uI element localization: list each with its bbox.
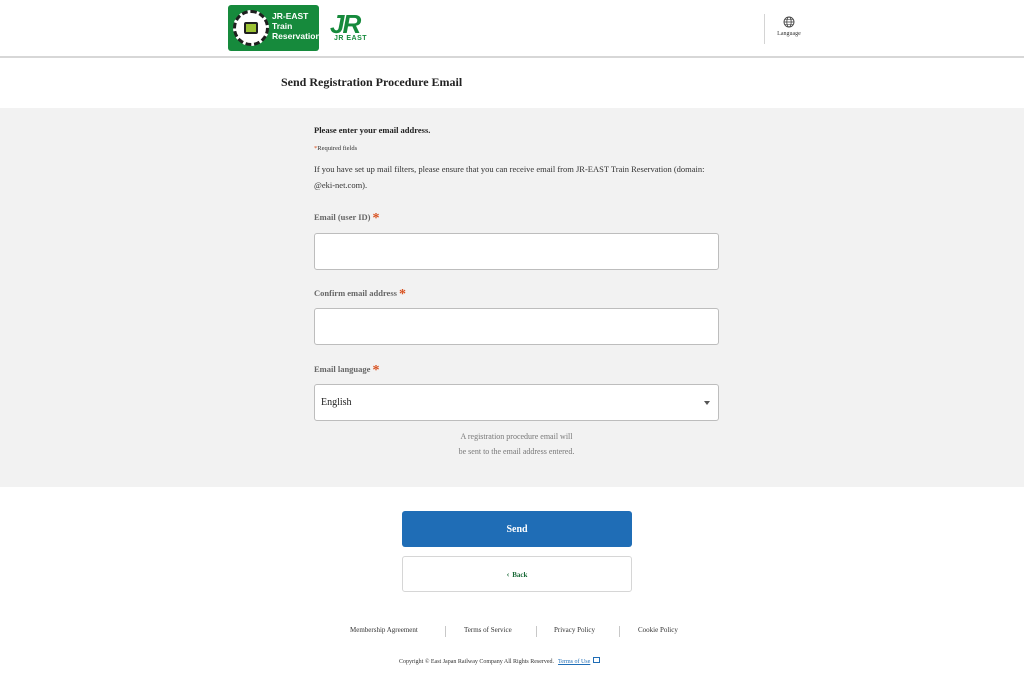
jr-east-logo[interactable]: JR JR EAST	[330, 9, 372, 46]
footer-link-membership-agreement[interactable]: Membership Agreement	[350, 626, 418, 634]
header-divider	[764, 14, 765, 44]
email-label-text: Email (user ID)	[314, 212, 371, 222]
language-button[interactable]: Language	[770, 14, 808, 42]
external-link-icon	[593, 657, 601, 663]
footer-separator	[619, 626, 620, 637]
train-window-icon	[244, 22, 258, 34]
globe-icon	[783, 16, 795, 28]
footer-link-cookie-policy[interactable]: Cookie Policy	[638, 626, 678, 634]
email-label: Email (user ID) *	[314, 209, 380, 226]
required-fields-text: Required fields	[317, 145, 358, 152]
jr-east-train-reservation-logo[interactable]: JR-EAST Train Reservation	[228, 5, 321, 51]
footer-separator	[445, 626, 446, 637]
jr-logo-mark: JR	[330, 9, 361, 39]
footer-separator	[536, 626, 537, 637]
info-line-2: be sent to the email address entered.	[458, 447, 575, 456]
logo-text: JR-EAST Train Reservation	[272, 11, 321, 41]
send-button[interactable]: Send	[402, 511, 632, 547]
mail-filter-note: If you have set up mail filters, please …	[314, 164, 705, 190]
confirm-email-label: Confirm email address *	[314, 285, 406, 302]
logo-text-line2: Train	[272, 21, 293, 31]
chevron-left-icon: ‹	[506, 569, 510, 579]
logo-text-line1: JR-EAST	[272, 11, 309, 21]
copyright: Copyright © East Japan Railway Company A…	[399, 657, 601, 665]
footer-link-privacy-policy[interactable]: Privacy Policy	[554, 626, 595, 634]
back-button[interactable]: ‹ Back	[402, 556, 632, 592]
email-language-value: English	[321, 397, 352, 408]
footer-links: Membership Agreement Terms of Service Pr…	[335, 626, 699, 638]
copyright-text: Copyright © East Japan Railway Company A…	[399, 659, 555, 665]
page-title: Send Registration Procedure Email	[281, 75, 463, 89]
required-fields-note: *Required fields	[314, 145, 357, 152]
train-badge-icon	[233, 10, 269, 46]
email-language-select[interactable]: English	[314, 384, 719, 421]
terms-of-use-link[interactable]: Terms of Use	[558, 659, 590, 665]
registration-form: Please enter your email address. *Requir…	[0, 108, 1024, 487]
language-label: Language	[777, 31, 801, 37]
info-line-1: A registration procedure email will	[460, 432, 573, 441]
logo-text-line3: Reservation	[272, 31, 321, 41]
email-language-label: Email language *	[314, 361, 380, 378]
back-label: Back	[512, 570, 528, 579]
required-star: *	[372, 211, 380, 226]
caret-down-icon	[704, 401, 710, 405]
footer-link-terms-of-service[interactable]: Terms of Service	[464, 626, 512, 634]
confirm-email-input[interactable]	[314, 308, 719, 345]
registration-info-note: A registration procedure email will be s…	[314, 429, 719, 459]
confirm-email-label-text: Confirm email address	[314, 288, 397, 298]
form-intro: Please enter your email address.	[314, 125, 431, 135]
jr-logo-subtext: JR EAST	[334, 35, 368, 42]
email-language-label-text: Email language	[314, 364, 371, 374]
required-star: *	[398, 287, 406, 302]
required-star: *	[372, 363, 380, 378]
email-input[interactable]	[314, 233, 719, 270]
site-header: JR-EAST Train Reservation JR JR EAST Lan…	[0, 0, 1024, 58]
